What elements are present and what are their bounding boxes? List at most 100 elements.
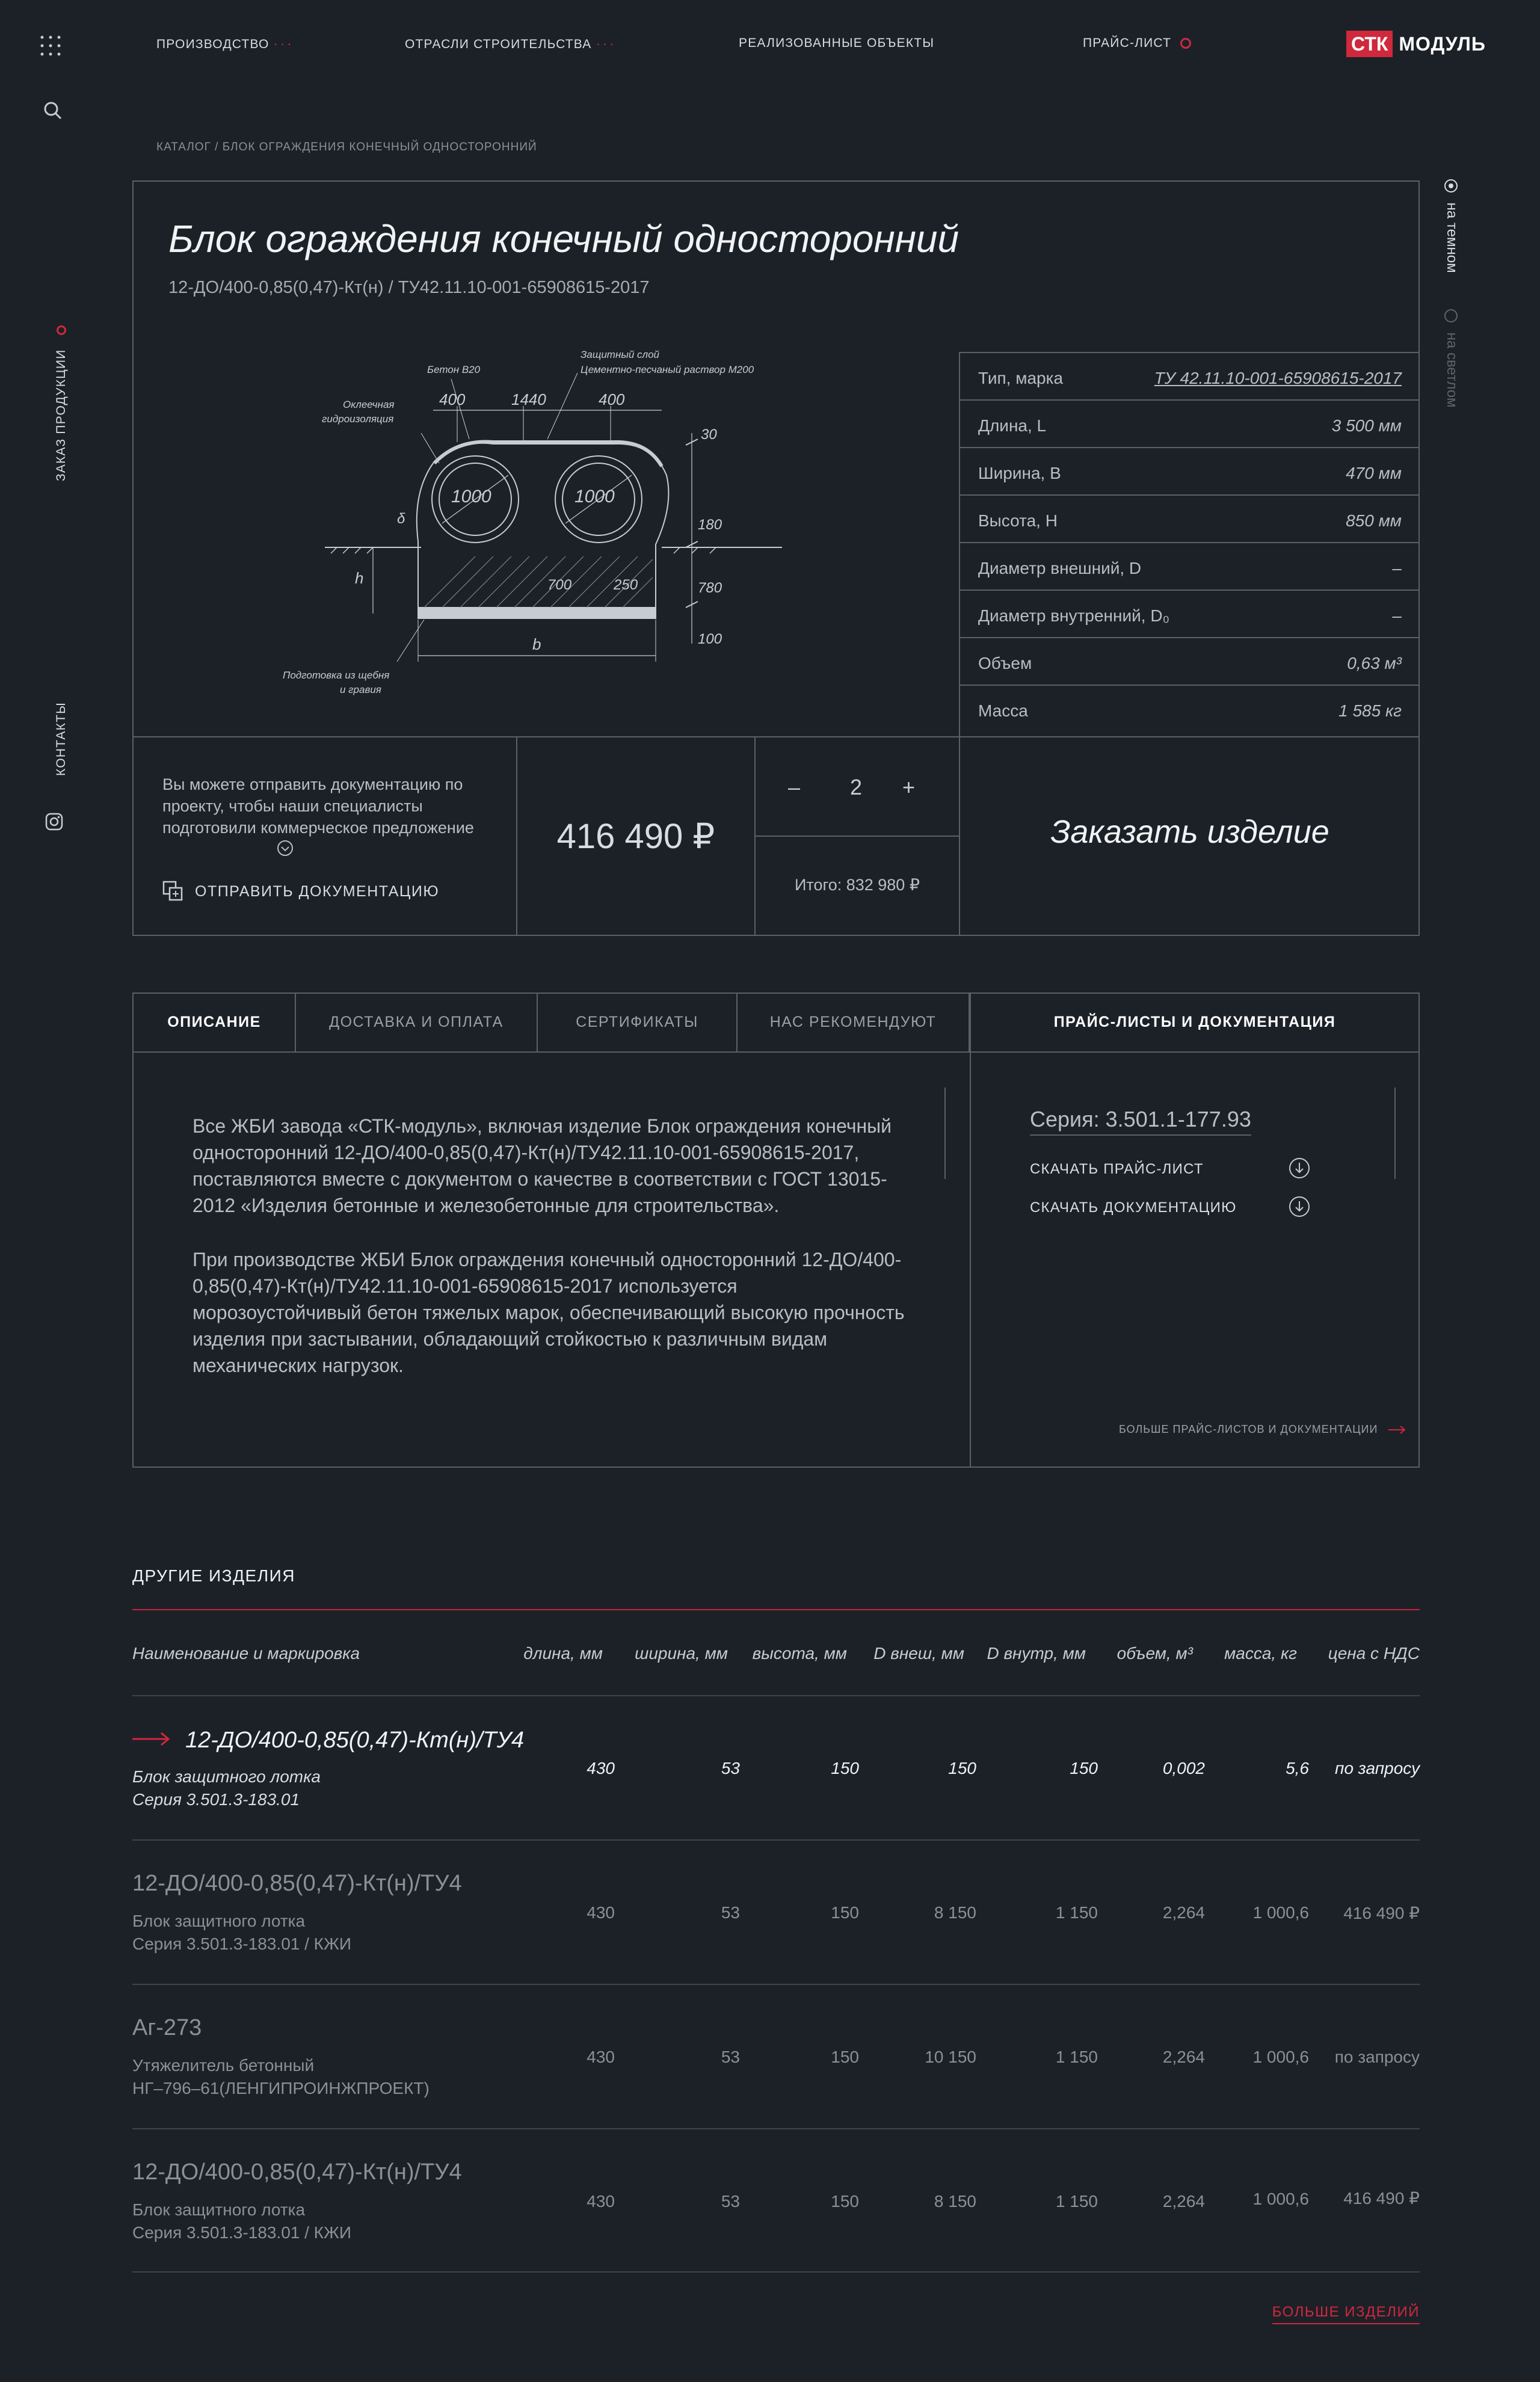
spec-value: – [1392,606,1402,625]
download-docs-link[interactable]: СКАЧАТЬ ДОКУМЕНТАЦИЮ [1030,1196,1310,1217]
row-series: Серия 3.501.3-183.01 / КЖИ [132,2223,351,2242]
spec-value: 0,63 м³ [1347,654,1402,672]
indicator-dot-icon [1180,38,1192,49]
row-d-inner: 1 150 [1055,1903,1098,1922]
row-desc: Блок защитного лотка [132,1767,321,1786]
spec-row: Диаметр внешний, D – [960,543,1420,591]
theme-light-label: на светлом [1444,332,1460,408]
row-mass: 1 000,6 [1252,2048,1309,2066]
col-header-price: цена с НДС [1328,1644,1420,1663]
row-length: 430 [587,1903,615,1922]
product-price: 416 490 ₽ [556,817,715,856]
description-scrollbar[interactable] [944,1088,946,1179]
product-subtitle: 12-ДО/400-0,85(0,47)-Кт(н) / ТУ42.11.10-… [168,278,650,297]
drawing-label-beton: Бетон В20 [427,364,481,375]
row-d-outer: 8 150 [934,2192,976,2211]
col-header-d-inner: D внутр, мм [987,1644,1086,1663]
instagram-icon[interactable] [45,812,64,831]
row-volume: 0,002 [1162,1759,1205,1777]
sidebar-contacts-link[interactable]: КОНТАКТЫ [54,702,69,776]
more-docs-label: БОЛЬШЕ ПРАЙС-ЛИСТОВ И ДОКУМЕНТАЦИИ [1119,1423,1378,1435]
row-series: НГ–796–61(ЛЕНГИПРОИНЖПРОЕКТ) [132,2079,430,2097]
docs-series: Серия: 3.501.1-177.93 [1030,1107,1251,1136]
row-height: 150 [831,1759,859,1777]
indicator-dot-icon [57,325,67,336]
theme-dark-label: на темном [1444,202,1460,273]
spec-key: Объем [978,654,1032,672]
row-height: 150 [831,2048,859,2066]
tab-recommendations[interactable]: НАС РЕКОМЕНДУЮТ [738,993,970,1051]
tab-delivery[interactable]: ДОСТАВКА И ОПЛАТА [296,993,538,1051]
sidebar-order-link[interactable]: ЗАКАЗ ПРОДУКЦИИ [54,325,69,481]
menu-grid-icon[interactable] [40,35,61,57]
drawing-dim-1000b: 1000 [574,487,615,506]
download-price-list-label: СКАЧАТЬ ПРАЙС-ЛИСТ [1030,1161,1204,1177]
row-price: по запросу [1334,2048,1420,2066]
row-length: 430 [587,2048,615,2066]
row-d-inner: 1 150 [1055,2048,1098,2066]
nav-price-list[interactable]: ПРАЙС-ЛИСТ [1083,36,1192,51]
row-height: 150 [831,2192,859,2211]
col-header-width: ширина, мм [635,1644,728,1663]
spec-value[interactable]: ТУ 42.11.10-001-65908615-2017 [1154,369,1402,388]
qty-decrease-button[interactable]: – [788,775,800,800]
drawing-dim-100: 100 [698,631,722,647]
theme-dark-option[interactable]: на темном [1443,179,1460,273]
table-row[interactable]: 12-ДО/400-0,85(0,47)-Кт(н)/ТУ4 Блок защи… [132,2129,1420,2273]
drawing-dim-180: 180 [698,517,722,533]
more-docs-link[interactable]: БОЛЬШЕ ПРАЙС-ЛИСТОВ И ДОКУМЕНТАЦИИ [1119,1423,1406,1436]
tab-price-docs[interactable]: ПРАЙС-ЛИСТЫ И ДОКУМЕНТАЦИЯ [971,993,1418,1051]
page-title: Блок ограждения конечный односторонний [168,217,959,260]
qty-increase-button[interactable]: + [902,775,915,800]
nav-industries[interactable]: ОТРАСЛИ СТРОИТЕЛЬСТВА ··· [405,36,617,52]
row-length: 430 [587,2192,615,2211]
spec-row: Тип, марка ТУ 42.11.10-001-65908615-2017 [960,353,1420,401]
download-docs-label: СКАЧАТЬ ДОКУМЕНТАЦИЮ [1030,1199,1237,1216]
tab-certificates[interactable]: СЕРТИФИКАТЫ [538,993,738,1051]
order-product-button[interactable]: Заказать изделие [960,813,1420,851]
description-paragraph-1: Все ЖБИ завода «СТК-модуль», включая изд… [192,1115,892,1216]
table-row[interactable]: 12-ДО/400-0,85(0,47)-Кт(н)/ТУ4 Блок защи… [132,1841,1420,1984]
drawing-dim-1440: 1440 [511,390,546,408]
nav-production[interactable]: ПРОИЗВОДСТВО ··· [156,36,294,52]
more-products-link[interactable]: БОЛЬШЕ ИЗДЕЛИЙ [1272,2304,1420,2324]
download-price-list-link[interactable]: СКАЧАТЬ ПРАЙС-ЛИСТ [1030,1158,1310,1178]
spec-key: Ширина, B [978,464,1061,482]
send-docs-button[interactable]: ОТПРАВИТЬ ДОКУМЕНТАЦИЮ [162,881,439,902]
breadcrumb[interactable]: КАТАЛОГ / БЛОК ОГРАЖДЕНИЯ КОНЕЧНЫЙ ОДНОС… [156,141,537,154]
spec-row: Объем 0,63 м³ [960,638,1420,686]
spec-key: Масса [978,701,1028,720]
description-paragraph-2: При производстве ЖБИ Блок ограждения кон… [192,1249,905,1376]
row-length: 430 [587,1759,615,1777]
col-header-volume: объем, м³ [1116,1644,1193,1663]
table-row[interactable]: 12-ДО/400-0,85(0,47)-Кт(н)/ТУ4 Блок защи… [132,1696,1420,1839]
nav-projects[interactable]: РЕАЛИЗОВАННЫЕ ОБЪЕКТЫ [739,36,934,51]
spec-row: Ширина, B 470 мм [960,448,1420,496]
theme-light-option[interactable]: на светлом [1443,309,1460,408]
arrow-right-icon [1388,1425,1406,1435]
drawing-dim-400b: 400 [599,390,625,408]
tab-description[interactable]: ОПИСАНИЕ [134,993,296,1051]
radio-checked-icon [1444,179,1458,192]
col-header-length: длина, мм [523,1644,603,1663]
qty-value[interactable]: 2 [839,775,873,800]
qty-divider [754,836,960,837]
sidebar-order-label: ЗАКАЗ ПРОДУКЦИИ [54,349,68,481]
row-d-inner: 150 [1070,1759,1098,1777]
spec-key: Диаметр внешний, D [978,559,1142,577]
nav-price-list-label: ПРАЙС-ЛИСТ [1083,36,1172,50]
drawing-dim-1000a: 1000 [451,487,491,506]
order-total: Итого: 832 980 ₽ [794,876,920,894]
docs-scrollbar[interactable] [1394,1088,1396,1179]
drawing-dim-400a: 400 [439,390,466,408]
logo[interactable]: СТК МОДУЛЬ [1346,30,1486,58]
col-header-d-outer: D внеш, мм [873,1644,964,1663]
col-header-height: высота, мм [752,1644,847,1663]
row-width: 53 [721,2192,740,2211]
search-icon[interactable] [43,101,63,120]
row-separator [132,2271,1420,2273]
drawing-label-hydro2: гидроизоляция [322,413,393,425]
spec-row: Диаметр внутренний, D₀ – [960,591,1420,638]
table-row[interactable]: Аг-273 Утяжелитель бетонный НГ–796–61(ЛЕ… [132,1985,1420,2128]
expand-chevron-icon[interactable] [277,840,294,857]
